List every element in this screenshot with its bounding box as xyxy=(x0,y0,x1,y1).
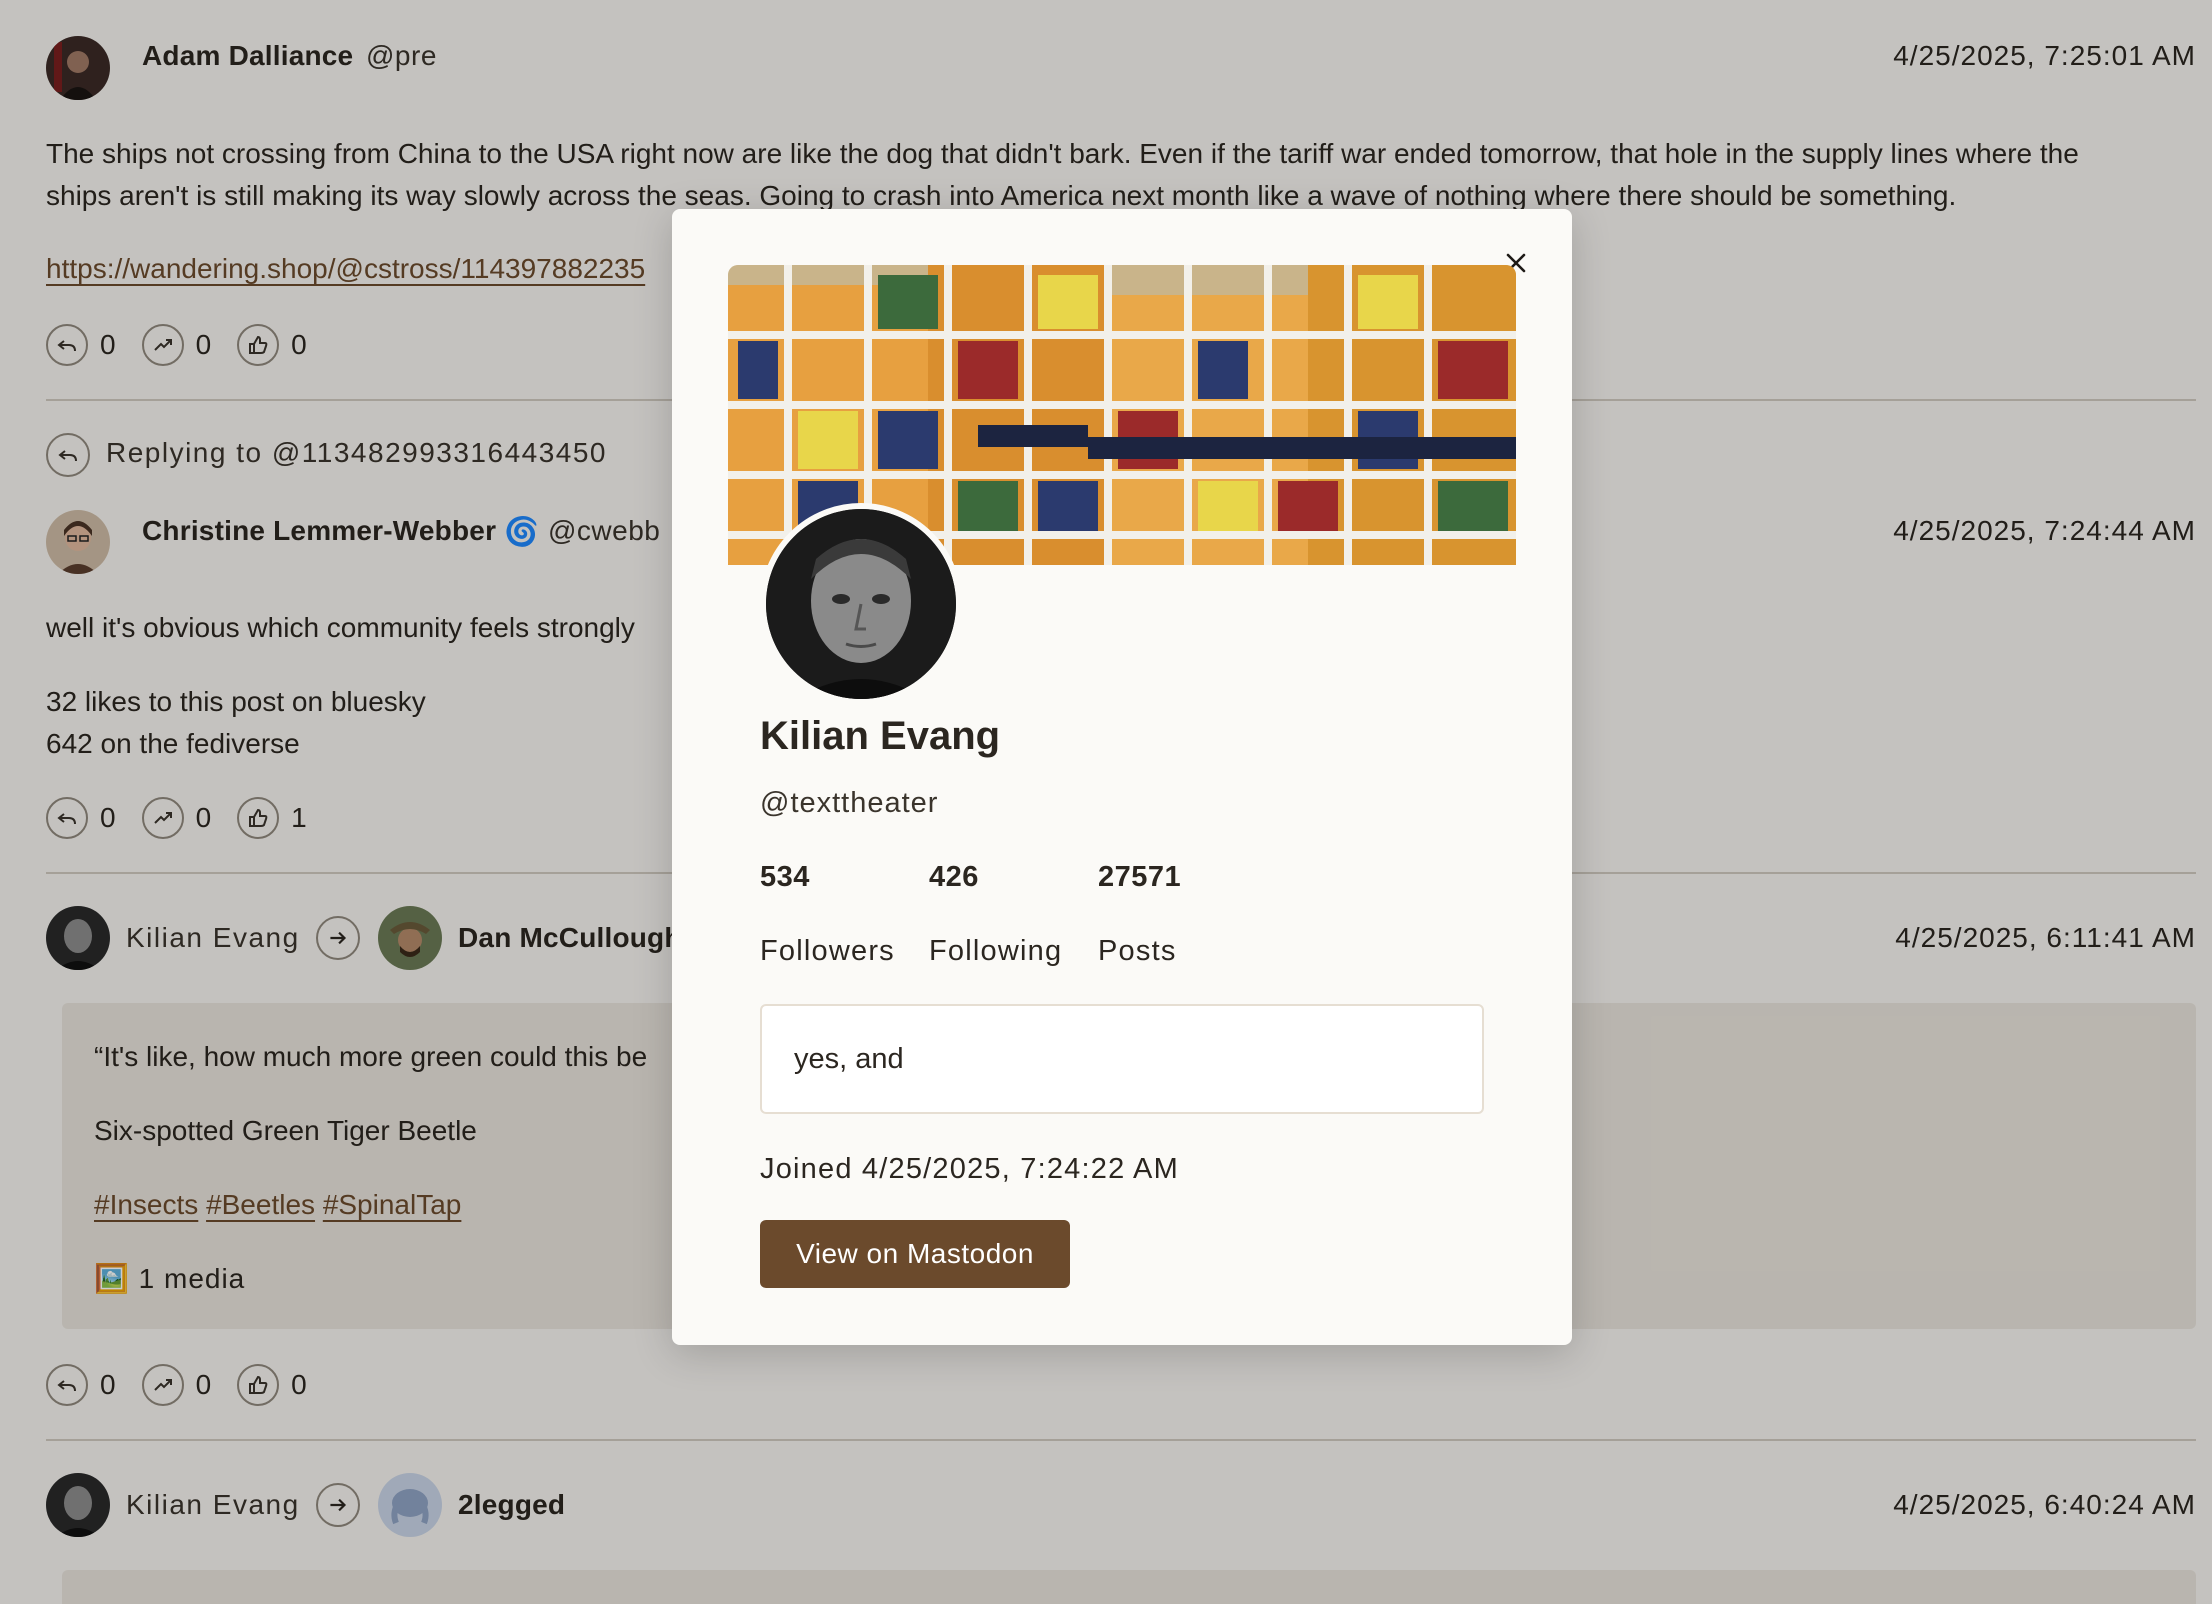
posts-label[interactable]: Posts xyxy=(1098,935,1177,968)
posts-count[interactable]: 27571 xyxy=(1098,861,1181,894)
profile-modal: Kilian Evang @texttheater 534 426 27571 … xyxy=(672,209,1572,1345)
following-label[interactable]: Following xyxy=(929,935,1062,968)
profile-bio-text: yes, and xyxy=(794,1042,904,1075)
profile-avatar xyxy=(760,503,962,705)
followers-count[interactable]: 534 xyxy=(760,861,810,894)
profile-handle: @texttheater xyxy=(760,787,939,819)
following-count[interactable]: 426 xyxy=(929,861,979,894)
profile-bio: yes, and xyxy=(760,1004,1484,1114)
followers-label[interactable]: Followers xyxy=(760,935,895,968)
profile-name: Kilian Evang xyxy=(760,714,1001,758)
joined-date: Joined 4/25/2025, 7:24:22 AM xyxy=(760,1153,1179,1185)
view-on-mastodon-button[interactable]: View on Mastodon xyxy=(760,1220,1070,1288)
